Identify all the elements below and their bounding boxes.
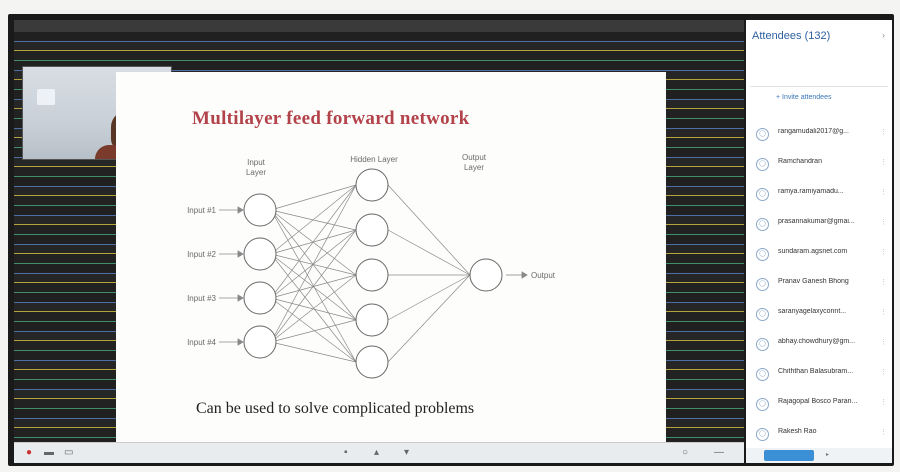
webcam-background-light xyxy=(37,89,55,105)
more-options-icon[interactable]: ⋮ xyxy=(880,338,887,346)
slide: Multilayer feed forward network Input La… xyxy=(116,72,666,444)
attendee-name: abhay.chowdhury@gm... xyxy=(778,338,856,345)
settings-icon[interactable]: ○ xyxy=(682,447,688,458)
attendee-name: Ramchandran xyxy=(778,158,822,165)
output-layer-label-line2: Layer xyxy=(464,163,484,172)
attendee-name: Chiththan Balasubram... xyxy=(778,368,854,375)
user-avatar-icon: ◯ xyxy=(756,338,769,351)
output-layer-label-line1: Output xyxy=(462,153,487,162)
panel-secondary-link[interactable]: ▸ xyxy=(826,451,829,458)
input-layer-label-line2: Layer xyxy=(246,168,266,177)
more-options-icon[interactable]: ⋮ xyxy=(880,368,887,376)
attendee-list: ◯ rangamudali2017@g... ⋮ ◯ Ramchandran ⋮… xyxy=(746,120,892,450)
input-label-3: Input #3 xyxy=(187,294,216,303)
attendees-header: Attendees (132) xyxy=(752,30,831,42)
more-options-icon[interactable]: ⋮ xyxy=(880,398,887,406)
hidden-node-4 xyxy=(355,303,389,337)
user-avatar-icon: ◯ xyxy=(756,428,769,441)
more-options-icon[interactable]: ⋮ xyxy=(880,128,887,136)
attendee-item[interactable]: ◯ abhay.chowdhury@gm... ⋮ xyxy=(746,330,892,360)
input-node-2 xyxy=(243,237,277,271)
mic-icon[interactable]: ● xyxy=(26,447,32,458)
share-icon[interactable]: ▭ xyxy=(64,447,73,458)
invite-attendees-link[interactable]: + Invite attendees xyxy=(776,94,831,101)
attendee-name: Pranav Ganesh Bhong xyxy=(778,278,849,285)
chevron-right-icon[interactable]: › xyxy=(882,30,885,40)
attendee-item[interactable]: ◯ Chiththan Balasubram... ⋮ xyxy=(746,360,892,390)
fullscreen-icon[interactable]: — xyxy=(714,447,724,458)
more-options-icon[interactable]: ⋮ xyxy=(880,158,887,166)
attendee-name: ramya.ramiyamadu... xyxy=(778,188,844,195)
input-node-4 xyxy=(243,325,277,359)
input-label-1: Input #1 xyxy=(187,206,216,215)
meeting-window: Multilayer feed forward network Input La… xyxy=(14,20,744,463)
input-node-3 xyxy=(243,281,277,315)
user-avatar-icon: ◯ xyxy=(756,128,769,141)
more-options-icon[interactable]: ⋮ xyxy=(880,428,887,436)
attendee-name: rangamudali2017@g... xyxy=(778,128,849,135)
input-layer-label-line1: Input xyxy=(247,158,266,167)
attendee-name: prasannakumar@gmai... xyxy=(778,218,855,225)
input-label-4: Input #4 xyxy=(187,338,216,347)
hidden-nodes xyxy=(355,168,389,379)
attendee-item[interactable]: ◯ Pranav Ganesh Bhong ⋮ xyxy=(746,270,892,300)
user-avatar-icon: ◯ xyxy=(756,248,769,261)
user-avatar-icon: ◯ xyxy=(756,308,769,321)
chat-icon[interactable]: ▪ xyxy=(344,447,348,458)
more-options-icon[interactable]: ⋮ xyxy=(880,278,887,286)
more-options-icon[interactable]: ⋮ xyxy=(880,218,887,226)
user-avatar-icon: ◯ xyxy=(756,218,769,231)
user-avatar-icon: ◯ xyxy=(756,368,769,381)
window-titlebar xyxy=(14,20,744,32)
participants-icon[interactable]: ▴ xyxy=(374,447,379,458)
more-options-icon[interactable]: ⋮ xyxy=(880,308,887,316)
hidden-node-1 xyxy=(355,168,389,202)
input-node-1 xyxy=(243,193,277,227)
hidden-node-3 xyxy=(355,258,389,292)
output-nodes xyxy=(469,258,503,292)
attendee-item[interactable]: ◯ sundaram.agsnet.com ⋮ xyxy=(746,240,892,270)
attendee-item[interactable]: ◯ prasannakumar@gmai... ⋮ xyxy=(746,210,892,240)
attendee-item[interactable]: ◯ Ramchandran ⋮ xyxy=(746,150,892,180)
attendees-panel: Attendees (132) › + Invite attendees ◯ r… xyxy=(746,20,892,463)
more-options-icon[interactable]: ⋮ xyxy=(880,248,887,256)
hidden-layer-label: Hidden Layer xyxy=(350,155,398,164)
attendee-item[interactable]: ◯ saranyagelaxyconnt... ⋮ xyxy=(746,300,892,330)
hidden-node-5 xyxy=(355,345,389,379)
input-nodes xyxy=(243,193,277,359)
user-avatar-icon: ◯ xyxy=(756,278,769,291)
user-avatar-icon: ◯ xyxy=(756,158,769,171)
attendee-item[interactable]: ◯ Rajagopal Bosco Paran... ⋮ xyxy=(746,390,892,420)
attendee-name: saranyagelaxyconnt... xyxy=(778,308,847,315)
meeting-toolbar: ● ▬ ▭ ▪ ▴ ▾ ○ — xyxy=(14,442,744,463)
hidden-node-2 xyxy=(355,213,389,247)
more-icon[interactable]: ▾ xyxy=(404,447,409,458)
attendee-name: sundaram.agsnet.com xyxy=(778,248,848,255)
attendees-footer: ▸ xyxy=(746,448,892,463)
user-avatar-icon: ◯ xyxy=(756,398,769,411)
attendee-name: Rakesh Rao xyxy=(778,428,817,435)
attendee-item[interactable]: ◯ ramya.ramiyamadu... ⋮ xyxy=(746,180,892,210)
output-node xyxy=(469,258,503,292)
network-diagram: Input Layer Hidden Layer Output Layer In… xyxy=(187,153,556,379)
slide-caption: Can be used to solve complicated problem… xyxy=(196,400,475,417)
camera-icon[interactable]: ▬ xyxy=(44,447,54,458)
user-avatar-icon: ◯ xyxy=(756,188,769,201)
panel-divider xyxy=(750,86,888,87)
panel-action-button[interactable] xyxy=(764,450,814,461)
output-label: Output xyxy=(531,271,556,280)
input-label-2: Input #2 xyxy=(187,250,216,259)
more-options-icon[interactable]: ⋮ xyxy=(880,188,887,196)
attendee-name: Rajagopal Bosco Paran... xyxy=(778,398,858,405)
attendee-item[interactable]: ◯ Rakesh Rao ⋮ xyxy=(746,420,892,450)
attendee-item[interactable]: ◯ rangamudali2017@g... ⋮ xyxy=(746,120,892,150)
